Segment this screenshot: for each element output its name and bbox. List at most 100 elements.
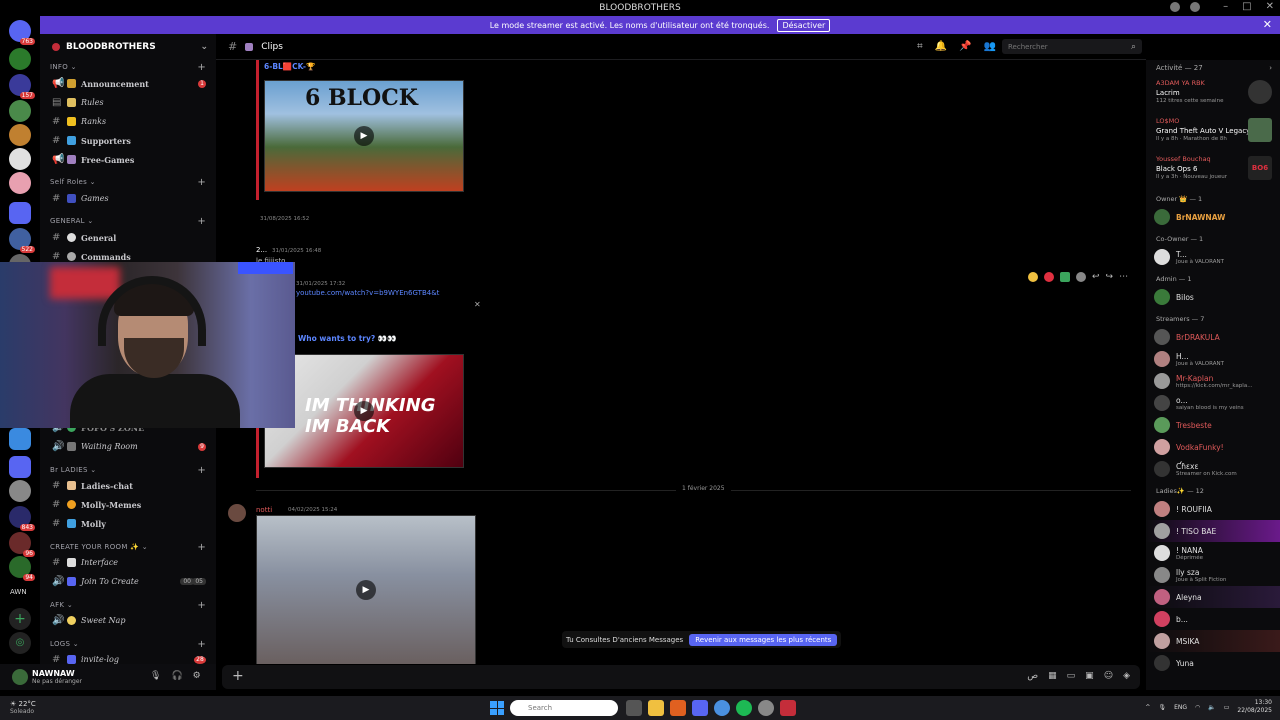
search-input[interactable] xyxy=(1002,39,1142,54)
category-logs[interactable]: LOGS ⌄ + xyxy=(40,637,216,651)
member-item[interactable]: VodkaFunky! xyxy=(1146,436,1280,458)
channel-invite-log[interactable]: # invite-log 28 xyxy=(40,650,216,664)
category-afk[interactable]: AFK ⌄ + xyxy=(40,598,216,612)
video-thumbnail[interactable]: 6 BLOCK ▶ xyxy=(264,80,464,192)
sticker-icon[interactable]: ▣ xyxy=(1085,671,1094,681)
channel-molly[interactable]: # Molly xyxy=(40,514,216,533)
avatar[interactable] xyxy=(228,504,246,522)
gift-icon[interactable]: ▦ xyxy=(1048,671,1057,681)
wifi-icon[interactable]: ◠ xyxy=(1195,704,1200,711)
category-create-room[interactable]: CREATE YOUR ROOM ✨ ⌄ + xyxy=(40,540,216,554)
laugh-reaction-icon[interactable] xyxy=(1028,272,1038,282)
message-author[interactable]: notti xyxy=(256,506,272,514)
snowflake-icon[interactable] xyxy=(9,428,31,450)
chevron-down-icon[interactable]: ⌄ xyxy=(200,42,208,52)
streaming-app-icon[interactable] xyxy=(780,700,796,716)
channel-join-to-create[interactable]: 🔊 Join To Create 00 05 xyxy=(40,572,216,591)
activity-card[interactable]: Youssef Bouchaq Black Ops 6 Il y a 3h · … xyxy=(1152,152,1276,188)
server-icon[interactable]: 843 xyxy=(9,506,35,531)
translate-icon[interactable]: ص xyxy=(1027,671,1038,681)
reply-icon[interactable]: ↩ xyxy=(1092,272,1100,282)
channel-molly-memes[interactable]: # Molly-Memes xyxy=(40,495,216,514)
server-icon[interactable] xyxy=(9,48,31,70)
member-item[interactable]: o... saiyan blood is my veins xyxy=(1146,392,1280,414)
channel-announcement[interactable]: 📢 Announcement 1 xyxy=(40,74,216,93)
server-icon[interactable] xyxy=(9,100,31,122)
add-channel-icon[interactable]: + xyxy=(197,177,206,188)
member-item[interactable]: BrDRAKULA xyxy=(1146,326,1280,348)
battery-icon[interactable]: ▭ xyxy=(1224,704,1230,711)
close-icon[interactable]: › xyxy=(1269,64,1272,72)
emoji-picker-icon[interactable]: ☺ xyxy=(1104,671,1113,681)
add-channel-icon[interactable]: + xyxy=(197,62,206,73)
channel-sweet-nap[interactable]: 🔊 Sweet Nap xyxy=(40,611,216,630)
channel-ranks[interactable]: # Ranks xyxy=(40,112,216,131)
pin-icon[interactable]: 📌 xyxy=(959,41,971,52)
settings-gear-icon[interactable]: ⚙ xyxy=(193,671,201,681)
headphones-icon[interactable]: 🎧 xyxy=(171,671,182,681)
member-item[interactable]: Bilos xyxy=(1146,286,1280,308)
message-composer[interactable]: + ص ▦ ▭ ▣ ☺ ◈ xyxy=(222,665,1140,689)
member-item[interactable]: lly sza Joue à Split Fiction xyxy=(1146,564,1280,586)
server-label[interactable]: AWN xyxy=(10,588,27,596)
server-icon[interactable]: 94 xyxy=(9,556,35,581)
server-icon[interactable]: 522 xyxy=(9,228,35,253)
channel-rules[interactable]: ▤ Rules xyxy=(40,93,216,112)
server-icon[interactable] xyxy=(9,172,31,194)
channel-supporters[interactable]: # Supporters xyxy=(40,131,216,150)
apps-icon[interactable]: ◈ xyxy=(1123,671,1130,681)
play-icon[interactable]: ▶ xyxy=(356,580,376,600)
member-item[interactable]: ! NANA Déprimée xyxy=(1146,542,1280,564)
member-item[interactable]: Tresbeste xyxy=(1146,414,1280,436)
mic-tray-icon[interactable]: 🎙 xyxy=(1158,704,1166,711)
member-item[interactable]: BrNAWNAW xyxy=(1146,206,1280,228)
remove-embed-icon[interactable]: ✕ xyxy=(474,300,481,309)
video-thumbnail[interactable]: ▶ xyxy=(256,515,476,664)
member-item[interactable]: ! TISO BAE xyxy=(1146,520,1280,542)
chrome-icon[interactable] xyxy=(714,700,730,716)
add-channel-icon[interactable]: + xyxy=(197,639,206,650)
play-icon[interactable]: ▶ xyxy=(354,401,374,421)
member-item[interactable]: H... Joue à VALORANT xyxy=(1146,348,1280,370)
category-self-roles[interactable]: Self Roles ⌄ + xyxy=(40,175,216,189)
category-info[interactable]: INFO ⌄ + xyxy=(40,60,216,74)
gif-icon[interactable]: ▭ xyxy=(1067,671,1076,681)
chevron-up-icon[interactable]: ^ xyxy=(1145,704,1150,711)
file-explorer-icon[interactable] xyxy=(648,700,664,716)
check-reaction-icon[interactable] xyxy=(1060,272,1070,282)
app-icon[interactable] xyxy=(758,700,774,716)
forward-icon[interactable]: ↪ xyxy=(1106,272,1114,282)
taskbar-search-input[interactable] xyxy=(510,700,618,716)
heart-reaction-icon[interactable] xyxy=(1044,272,1054,282)
add-reaction-icon[interactable] xyxy=(1076,272,1086,282)
member-item[interactable]: ! ROUFIIA xyxy=(1146,498,1280,520)
member-item[interactable]: MSIKA xyxy=(1146,630,1280,652)
server-icon[interactable] xyxy=(9,202,31,224)
category-br-ladies[interactable]: Br LADIES ⌄ + xyxy=(40,463,216,477)
message-author[interactable]: 2... xyxy=(256,246,267,254)
server-icon[interactable] xyxy=(9,480,31,502)
channel-general[interactable]: # General xyxy=(40,228,216,247)
inbox-icon[interactable] xyxy=(1170,2,1180,12)
language-indicator[interactable]: ENG xyxy=(1174,704,1187,711)
close-window-icon[interactable]: ✕ xyxy=(1266,1,1274,12)
volume-icon[interactable]: 🔈 xyxy=(1208,704,1215,711)
embed-title[interactable]: 6-BL🟥CK-🏆 xyxy=(264,62,315,71)
notification-bell-icon[interactable]: 🔔 xyxy=(935,41,947,52)
server-header[interactable]: BLOODBROTHERS ⌄ xyxy=(40,34,216,60)
username[interactable]: NAWNAW xyxy=(32,669,75,678)
youtube-link[interactable]: youtube.com/watch?v=b9WYEn6GTB4&t xyxy=(296,289,439,297)
category-general[interactable]: GENERAL ⌄ + xyxy=(40,214,216,228)
add-channel-icon[interactable]: + xyxy=(197,542,206,553)
server-icon[interactable] xyxy=(9,456,31,478)
attach-icon[interactable]: + xyxy=(232,668,244,684)
channel-free-games[interactable]: 📢 Free-Games xyxy=(40,150,216,169)
add-channel-icon[interactable]: + xyxy=(197,216,206,227)
discord-icon[interactable] xyxy=(692,700,708,716)
spotify-icon[interactable] xyxy=(736,700,752,716)
activity-card[interactable]: LO$MO Grand Theft Auto V Legacy Il y a 8… xyxy=(1152,114,1276,150)
add-channel-icon[interactable]: + xyxy=(197,600,206,611)
more-options-icon[interactable]: ⋯ xyxy=(1119,272,1128,282)
dm-home-icon[interactable]: 763 xyxy=(9,20,35,45)
play-icon[interactable]: ▶ xyxy=(354,126,374,146)
